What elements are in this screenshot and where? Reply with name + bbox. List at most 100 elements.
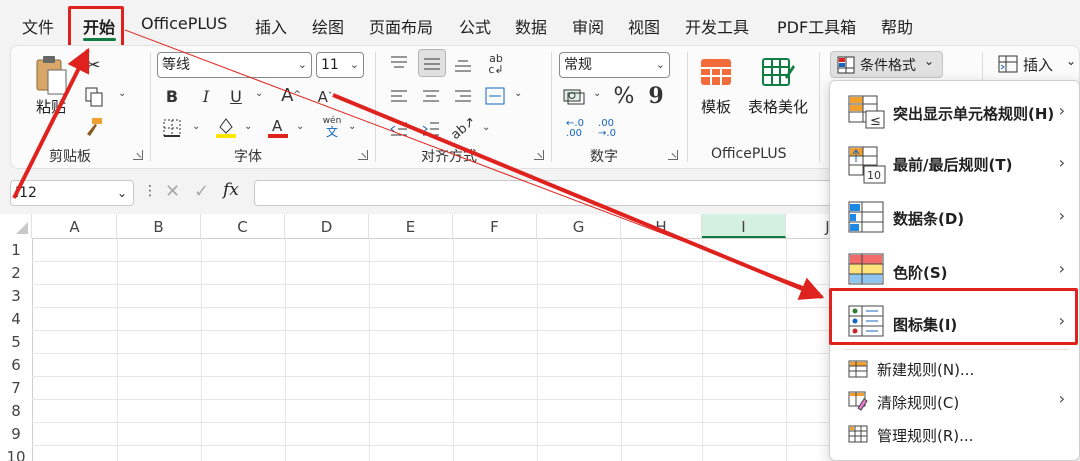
fill-color-icon[interactable] bbox=[214, 114, 238, 140]
bold-icon[interactable]: B bbox=[162, 85, 182, 107]
insert-dropdown-icon[interactable]: ⌄ bbox=[1066, 54, 1076, 68]
decrease-decimal-icon[interactable]: .00 →.0 bbox=[594, 116, 620, 142]
align-center-icon[interactable] bbox=[420, 86, 442, 108]
confirm-icon[interactable]: ✓ bbox=[194, 181, 209, 202]
menu-item-top-bottom-rules[interactable]: 10 最前/最后规则(T) › bbox=[830, 139, 1079, 191]
italic-icon[interactable]: I bbox=[196, 85, 216, 107]
row-header[interactable]: 10 bbox=[0, 446, 32, 461]
insert-cells-label[interactable]: 插入 bbox=[1023, 54, 1053, 75]
menu-data[interactable]: 数据 bbox=[515, 14, 547, 38]
row-header[interactable]: 3 bbox=[0, 285, 32, 308]
column-header[interactable]: B bbox=[117, 214, 201, 238]
menu-developer[interactable]: 开发工具 bbox=[685, 14, 749, 38]
menu-page-layout[interactable]: 页面布局 bbox=[369, 14, 433, 38]
menu-item-clear-rules[interactable]: 清除规则(C) › bbox=[830, 385, 1079, 419]
copy-icon[interactable] bbox=[83, 86, 105, 108]
font-color-icon[interactable]: A bbox=[266, 114, 290, 140]
insert-function-icon[interactable]: fx bbox=[223, 180, 239, 200]
row-header[interactable]: 7 bbox=[0, 377, 32, 400]
more-options-icon[interactable]: ⋮ bbox=[143, 183, 157, 199]
clipboard-launcher-icon[interactable] bbox=[133, 150, 143, 160]
table-beautify-icon[interactable] bbox=[760, 56, 796, 90]
copy-dropdown-icon[interactable]: ⌄ bbox=[118, 88, 126, 99]
column-header[interactable]: E bbox=[369, 214, 453, 238]
grid-line bbox=[702, 238, 703, 461]
menu-item-data-bars[interactable]: 数据条(D) › bbox=[830, 191, 1079, 243]
font-name-combo[interactable]: 等线 ⌄ bbox=[157, 52, 312, 78]
orientation-icon[interactable]: ab↗ bbox=[449, 114, 479, 143]
column-header[interactable]: G bbox=[537, 214, 621, 238]
decrease-indent-icon[interactable] bbox=[388, 118, 410, 140]
column-header[interactable]: F bbox=[453, 214, 537, 238]
column-header[interactable]: H bbox=[621, 214, 702, 238]
row-header[interactable]: 1 bbox=[0, 239, 32, 262]
menu-view[interactable]: 视图 bbox=[628, 14, 660, 38]
phonetic-dropdown-icon[interactable]: ⌄ bbox=[348, 121, 356, 132]
menu-item-manage-rules[interactable]: 管理规则(R)... bbox=[830, 419, 1079, 453]
align-middle-icon[interactable] bbox=[418, 49, 446, 77]
insert-cells-icon[interactable] bbox=[998, 55, 1018, 73]
decrease-font-icon[interactable]: Aˇ bbox=[314, 86, 336, 108]
menu-pdf-tools[interactable]: PDF工具箱 bbox=[777, 14, 856, 38]
accounting-dropdown-icon[interactable]: ⌄ bbox=[593, 88, 601, 99]
align-bottom-icon[interactable] bbox=[452, 54, 474, 76]
conditional-format-button[interactable]: 条件格式 ⌄ bbox=[830, 51, 943, 78]
accounting-format-icon[interactable] bbox=[562, 85, 586, 107]
fill-color-dropdown-icon[interactable]: ⌄ bbox=[244, 121, 252, 132]
menu-review[interactable]: 审阅 bbox=[572, 14, 604, 38]
phonetic-guide-icon[interactable]: wén 文 bbox=[320, 114, 344, 140]
merge-center-icon[interactable] bbox=[484, 85, 506, 107]
row-header[interactable]: 6 bbox=[0, 354, 32, 377]
font-color-dropdown-icon[interactable]: ⌄ bbox=[296, 121, 304, 132]
name-box[interactable]: I12 ⌄ bbox=[10, 180, 134, 206]
font-size-combo[interactable]: 11 ⌄ bbox=[316, 52, 364, 78]
template-label[interactable]: 模板 bbox=[701, 96, 731, 117]
cut-icon[interactable]: ✂ bbox=[83, 54, 103, 76]
wrap-text-icon[interactable]: ab c↲ bbox=[484, 52, 508, 76]
menu-item-new-rule[interactable]: 新建规则(N)... bbox=[830, 353, 1079, 387]
underline-dropdown-icon[interactable]: ⌄ bbox=[255, 88, 263, 99]
menu-help[interactable]: 帮助 bbox=[881, 14, 913, 38]
menu-item-highlight-rules[interactable]: ≤ 突出显示单元格规则(H) › bbox=[830, 85, 1079, 137]
font-launcher-icon[interactable] bbox=[358, 150, 368, 160]
align-top-icon[interactable] bbox=[388, 52, 410, 74]
paste-label[interactable]: 粘贴 bbox=[36, 96, 66, 117]
menu-officeplus[interactable]: OfficePLUS bbox=[141, 14, 227, 33]
menu-draw[interactable]: 绘图 bbox=[312, 14, 344, 38]
column-header[interactable]: C bbox=[201, 214, 285, 238]
comma-style-icon[interactable]: 9 bbox=[646, 83, 666, 109]
row-header[interactable]: 9 bbox=[0, 423, 32, 446]
column-header-selected[interactable]: I bbox=[702, 214, 786, 238]
cancel-icon[interactable]: ✕ bbox=[165, 181, 180, 202]
underline-icon[interactable]: U bbox=[226, 85, 246, 107]
merge-dropdown-icon[interactable]: ⌄ bbox=[514, 88, 522, 99]
menu-formulas[interactable]: 公式 bbox=[459, 14, 491, 38]
increase-font-icon[interactable]: A ^ bbox=[280, 84, 302, 106]
chevron-down-icon[interactable]: ⌄ bbox=[117, 181, 127, 205]
table-beautify-label[interactable]: 表格美化 bbox=[748, 96, 808, 117]
column-header[interactable]: A bbox=[33, 214, 117, 238]
row-header[interactable]: 5 bbox=[0, 331, 32, 354]
increase-indent-icon[interactable] bbox=[420, 118, 442, 140]
align-left-icon[interactable] bbox=[388, 86, 410, 108]
format-painter-icon[interactable] bbox=[83, 116, 105, 138]
paste-dropdown-icon[interactable]: ⌄ bbox=[47, 118, 55, 129]
orientation-dropdown-icon[interactable]: ⌄ bbox=[482, 122, 490, 133]
percent-icon[interactable]: % bbox=[612, 83, 636, 109]
select-all-corner[interactable] bbox=[0, 214, 32, 238]
increase-decimal-icon[interactable]: ←.0 .00 bbox=[562, 116, 588, 142]
borders-dropdown-icon[interactable]: ⌄ bbox=[192, 121, 200, 132]
menu-file[interactable]: 文件 bbox=[22, 14, 54, 38]
align-right-icon[interactable] bbox=[452, 86, 474, 108]
number-format-combo[interactable]: 常规 ⌄ bbox=[559, 52, 670, 78]
borders-icon[interactable] bbox=[161, 117, 183, 139]
paste-icon[interactable] bbox=[34, 54, 68, 96]
row-header[interactable]: 4 bbox=[0, 308, 32, 331]
number-launcher-icon[interactable] bbox=[668, 150, 678, 160]
row-header[interactable]: 8 bbox=[0, 400, 32, 423]
template-icon[interactable] bbox=[698, 56, 734, 90]
alignment-launcher-icon[interactable] bbox=[534, 150, 544, 160]
menu-insert[interactable]: 插入 bbox=[255, 14, 287, 38]
column-header[interactable]: D bbox=[285, 214, 369, 238]
row-header[interactable]: 2 bbox=[0, 262, 32, 285]
